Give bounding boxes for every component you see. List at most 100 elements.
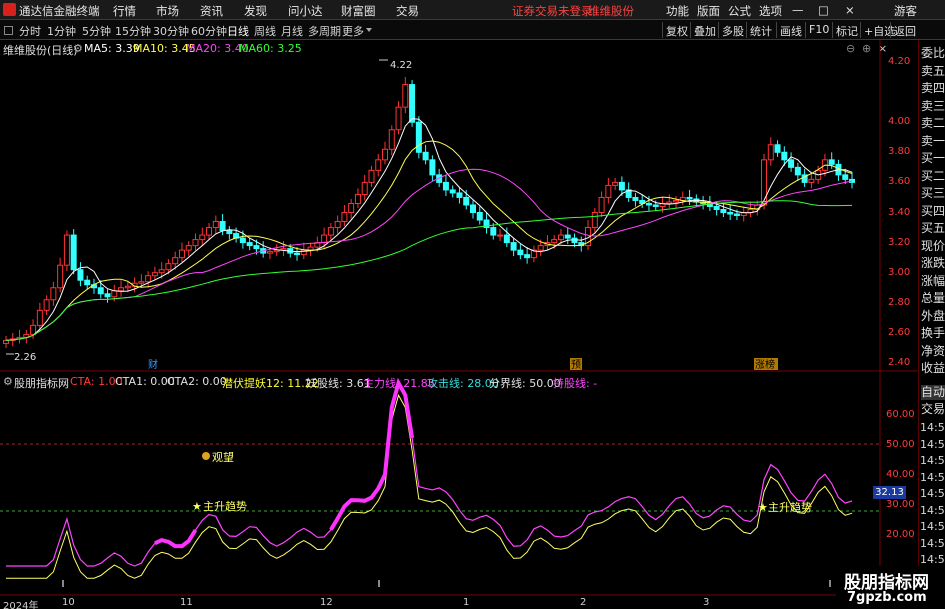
side-time: 14:56 [920,470,945,484]
candle-body [118,287,125,292]
candle-body [510,242,517,251]
side-label: 买五 [921,221,945,235]
side-time: 14:56 [920,536,945,550]
candle-body [226,230,233,235]
candle-body [172,257,179,265]
candle-body [415,121,422,153]
candle-body [111,290,118,298]
candle-body [388,129,395,150]
candle-body [605,184,612,198]
date-tick: 1 [463,597,470,608]
candle-body [3,339,9,344]
indicator-name[interactable]: 股朋指标网 [14,375,69,391]
candle-body [327,227,334,236]
candle-body [686,196,693,200]
candle-body [422,151,429,161]
indicator-tick: 30.00 [886,499,915,510]
side-label: 买二 [921,168,945,183]
svg-text:★: ★ [192,500,202,513]
candle-body [185,245,192,251]
indicator-line-yellow [6,393,853,579]
marker-cai[interactable]: 财 [148,358,158,371]
candle-body [808,178,815,183]
moving-average-lines [5,118,853,341]
candle-body [612,181,619,186]
candle-body [104,293,111,298]
side-label: 买四 [921,203,945,218]
date-tick: 12 [320,597,333,608]
side-label: 卖一 [921,133,945,148]
quote-side-panel: 委比 卖五 卖四 卖三 卖二 卖一 买一 买二 买三 买四 买五 现价 涨跌 涨幅 总量 外盘 换手 净资 收益 自… [918,40,945,609]
candle-body [36,309,43,326]
side-time: 14:56 [920,520,945,533]
watermark: 股朋指标网 7gpzb.com [836,566,945,609]
candle-body [537,245,544,251]
marker-zhangbang[interactable]: 涨榜 [755,358,775,371]
candle-body [375,159,382,171]
side-label: 涨跌 [921,256,945,270]
candle-body [57,264,64,289]
candle-body [158,269,165,274]
annotation-zhusheng-1: 主升趋势 [203,500,247,513]
candle-body [456,192,463,198]
indicator-tick: 60.00 [886,409,915,420]
side-label: 买三 [921,186,945,200]
candle-body [551,239,558,244]
candle-body [713,205,720,210]
candle-body [733,213,740,217]
candle-body [124,285,131,289]
candle-body [842,174,849,180]
param-cta2: CTA2: 0.00 [167,375,227,388]
candle-body [219,221,226,232]
param-qianfu: 潜伏提妖12: 11.22 [222,377,319,390]
marker-yu[interactable]: 预 [571,359,581,371]
candle-body [645,202,652,206]
side-label: 卖五 [921,63,945,78]
side-trade-label[interactable]: 交易 [921,402,945,417]
price-tick: 2.40 [888,357,911,368]
side-label: 总量 [921,291,945,305]
price-tick: 3.40 [888,207,911,218]
side-label: 现价 [921,238,945,253]
candle-body [266,251,273,254]
low-price-label: 2.26 [14,352,36,363]
candle-body [767,144,774,161]
indicator-tick: 20.00 [886,529,915,540]
side-auto-label[interactable]: 自动 [921,385,945,400]
side-label: 卖二 [921,116,945,130]
ma-line [5,168,853,341]
candle-body [145,275,152,283]
candle-body [429,159,436,176]
candle-body [361,181,368,195]
side-time: 14:56 [920,553,945,566]
candle-body [774,144,781,153]
side-time: 14:56 [920,454,945,467]
side-label: 外盘 [921,308,945,323]
candle-body [395,106,402,131]
candle-body [666,201,673,204]
candle-body [828,159,835,165]
candle-body [192,239,199,247]
svg-text:★: ★ [758,501,768,514]
ma-line [5,118,853,341]
candle-body [63,234,70,266]
ma-line [5,140,853,341]
ma-line [5,200,853,341]
candle-body [50,287,57,301]
side-label: 涨幅 [921,273,945,288]
price-tick: 4.00 [888,116,911,127]
kline-chart[interactable]: 4.22 2.26 财 预 涨榜 观望 ★ 主升趋势 ★ 主升趋势 [0,0,945,609]
candle-body [564,234,571,239]
indicator-highlight [154,528,198,549]
candle-body [334,221,341,229]
indicator-value-box: 32.13 [873,486,906,499]
candle-body [151,272,158,277]
candle-body [246,242,253,247]
candle-body [97,287,104,295]
candle-body [165,263,172,271]
candle-body [409,84,416,123]
candle-body [781,151,788,161]
settings-icon[interactable]: ⚙ [3,375,13,388]
candle-body [239,237,246,244]
price-tick: 2.60 [888,327,911,338]
